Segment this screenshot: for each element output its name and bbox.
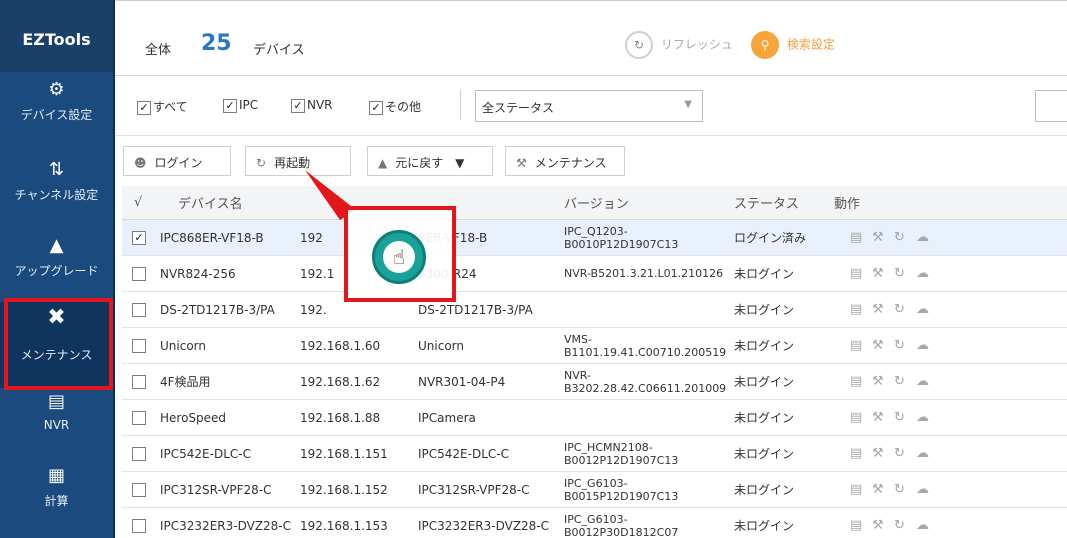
tap-hand-icon: ☝ [372,230,426,284]
pointer-arrow [305,170,356,220]
hand-icon: ☝ [383,241,415,273]
